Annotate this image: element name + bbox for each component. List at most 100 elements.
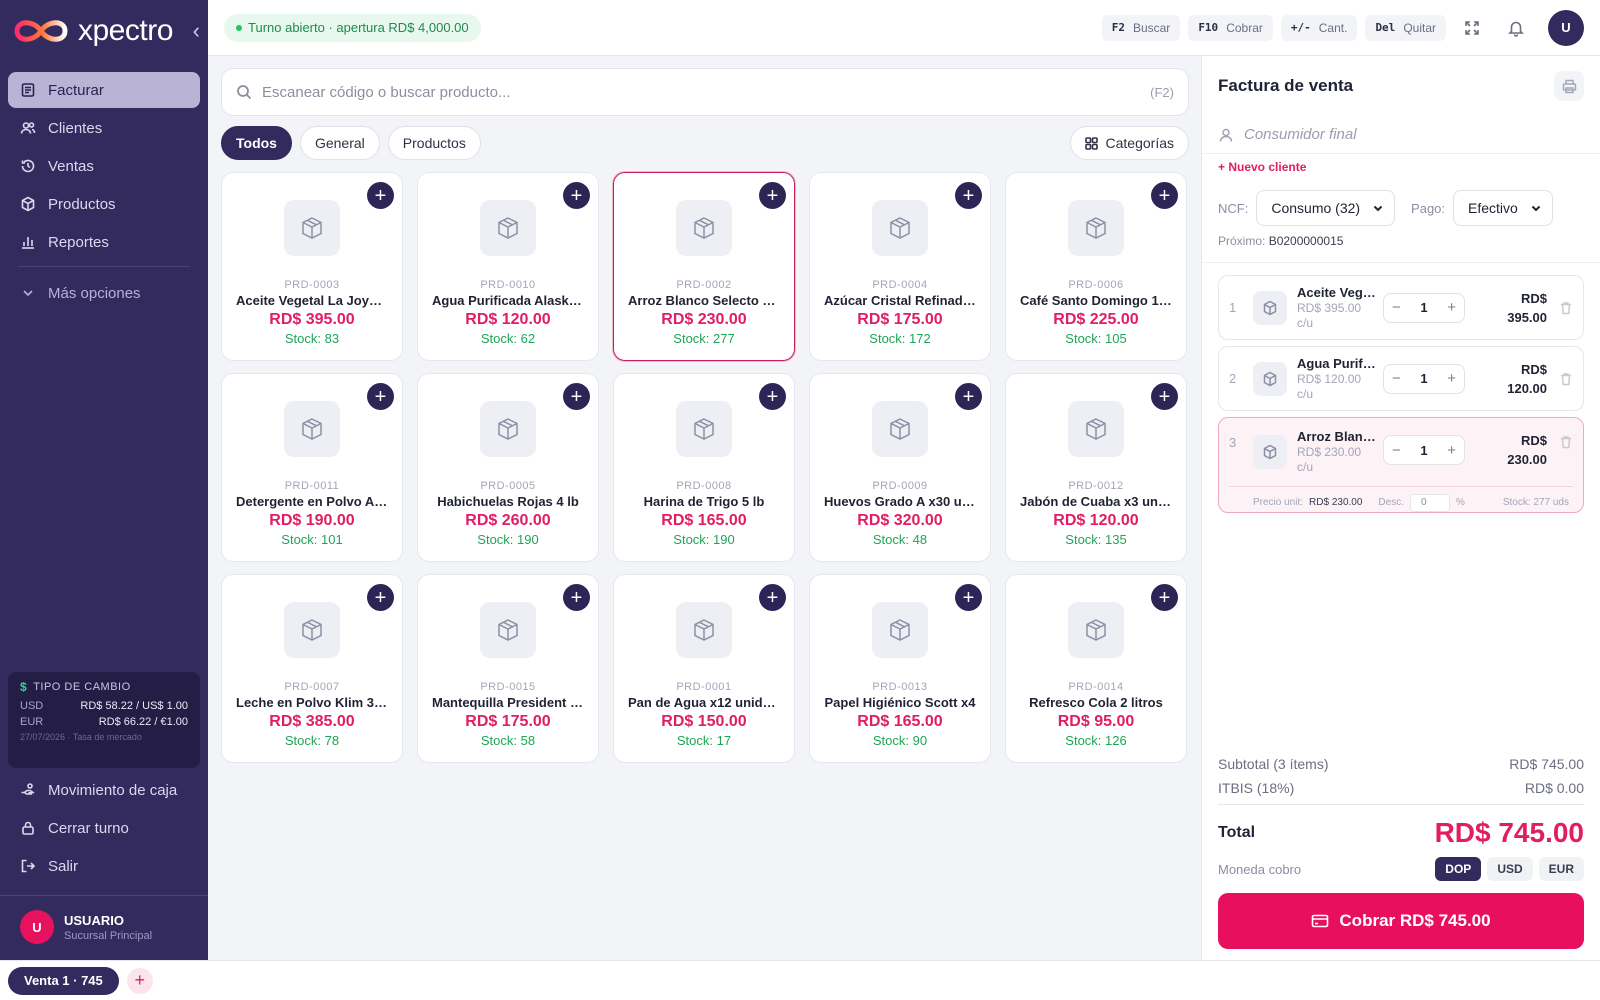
decrease-qty-button[interactable]: − [1392,370,1401,387]
fullscreen-button[interactable] [1454,10,1490,46]
increase-qty-button[interactable]: + [1447,370,1456,387]
add-to-cart-button[interactable]: + [367,584,394,611]
user-icon [1219,128,1233,142]
add-to-cart-button[interactable]: + [759,584,786,611]
invoice-line[interactable]: 3 Arroz Blanco Selecto 5 lbRD$ 230.00 c/u… [1218,417,1584,513]
decrease-qty-button[interactable]: − [1392,442,1401,459]
nav-item-reportes[interactable]: Reportes [8,224,200,260]
nav-item-ventas[interactable]: Ventas [8,148,200,184]
filter-chip-general[interactable]: General [299,126,380,160]
categories-button[interactable]: Categorías [1069,126,1189,160]
add-to-cart-button[interactable]: + [1151,584,1178,611]
nav-item-movimiento-caja[interactable]: Movimiento de caja [8,772,200,808]
increase-qty-button[interactable]: + [1447,442,1456,459]
product-card[interactable]: + PRD-0005 Habichuelas Rojas 4 lb RD$ 260.0… [417,373,599,562]
shortcut-buscar[interactable]: F2 Buscar [1101,14,1181,41]
product-thumbnail [480,401,536,457]
product-grid: + PRD-0003 Aceite Vegetal La Joya 1 L RD$ 3… [221,172,1189,763]
quantity-value[interactable]: 1 [1420,300,1427,315]
increase-qty-button[interactable]: + [1447,299,1456,316]
product-card[interactable]: + PRD-0008 Harina de Trigo 5 lb RD$ 165.00 S… [613,373,795,562]
shortcut-cantidad[interactable]: +/- Cant. [1280,14,1358,41]
trash-icon[interactable] [1559,372,1573,386]
charge-button[interactable]: Cobrar RD$ 745.00 [1218,893,1584,949]
product-thumbnail [676,401,732,457]
payment-select[interactable]: Efectivo [1453,190,1553,226]
invoice-line[interactable]: 1 Aceite Vegetal La Joya 1 LRD$ 395.00 c/… [1218,275,1584,340]
shortcut-cobrar[interactable]: F10 Cobrar [1188,14,1273,41]
line-thumbnail [1253,290,1287,325]
product-card[interactable]: + PRD-0002 Arroz Blanco Selecto 5 lb RD$ 23… [613,172,795,361]
trash-icon[interactable] [1559,301,1573,315]
product-card[interactable]: + PRD-0011 Detergente en Polvo Ace 2 kg RD$… [221,373,403,562]
nav-item-salir[interactable]: Salir [8,848,200,884]
client-placeholder: Consumidor final [1244,126,1357,143]
box-icon [890,418,910,440]
sale-tab-1[interactable]: Venta 1 · 745 [8,966,119,995]
filter-chip-productos[interactable]: Productos [387,126,481,160]
product-thumbnail [284,602,340,658]
add-to-cart-button[interactable]: + [367,383,394,410]
product-card[interactable]: + PRD-0010 Agua Purificada Alaska 5 gal RD$… [417,172,599,361]
add-to-cart-button[interactable]: + [563,182,590,209]
user-avatar-button[interactable]: U [1548,9,1584,46]
add-to-cart-button[interactable]: + [955,182,982,209]
product-card[interactable]: + PRD-0014 Refresco Cola 2 litros RD$ 95.00… [1005,574,1187,763]
top-actions: F2 Buscar F10 Cobrar +/- Cant. Del Quita… [1101,9,1584,46]
add-to-cart-button[interactable]: + [759,383,786,410]
client-selector[interactable]: Consumidor final [1202,116,1600,149]
user-profile[interactable]: U USUARIO Sucursal Principal [0,895,208,958]
product-card[interactable]: + PRD-0012 Jabón de Cuaba x3 unidades RD$ 1… [1005,373,1187,562]
quantity-value[interactable]: 1 [1420,371,1427,386]
add-sale-tab-button[interactable]: + [126,967,153,994]
product-card[interactable]: + PRD-0003 Aceite Vegetal La Joya 1 L RD$ 3… [221,172,403,361]
nav-item-label: Salir [48,857,79,875]
nav-item-clientes[interactable]: Clientes [8,110,200,146]
product-card[interactable]: + PRD-0004 Azúcar Cristal Refinada 5 lb RD$… [809,172,991,361]
decrease-qty-button[interactable]: − [1392,299,1401,316]
shortcut-quitar[interactable]: Del Quitar [1365,14,1446,41]
product-name: Agua Purificada Alaska 5 gal [432,293,584,308]
product-card[interactable]: + PRD-0009 Huevos Grado A x30 unidades RD$ … [809,373,991,562]
nav-item-cerrar-turno[interactable]: Cerrar turno [8,810,200,846]
add-to-cart-button[interactable]: + [1151,383,1178,410]
add-to-cart-button[interactable]: + [955,584,982,611]
ncf-select[interactable]: Consumo (32) [1256,190,1396,226]
product-price: RD$ 225.00 [1053,311,1139,328]
add-to-cart-button[interactable]: + [759,182,786,209]
add-to-cart-button[interactable]: + [1151,182,1178,209]
nav-item-productos[interactable]: Productos [8,186,200,222]
product-price: RD$ 175.00 [857,311,943,328]
product-card[interactable]: + PRD-0013 Papel Higiénico Scott x4 RD$ 165… [809,574,991,763]
trash-icon[interactable] [1559,435,1573,449]
line-product-name: Aceite Vegetal La Joya 1 L [1297,284,1377,300]
invoice-line[interactable]: 2 Agua Purificada Alaska 5 galRD$ 120.00 … [1218,346,1584,411]
collapse-sidebar-icon[interactable]: ‹ [193,20,200,42]
add-to-cart-button[interactable]: + [563,584,590,611]
filter-chip-todos[interactable]: Todos [221,126,292,160]
product-code: PRD-0001 [676,681,732,693]
currency-eur[interactable]: EUR [1538,857,1584,881]
line-total: RD$ 395.00 [1507,290,1547,325]
nav-more-options[interactable]: Más opciones [8,275,200,311]
notifications-button[interactable] [1498,10,1534,46]
product-name: Pan de Agua x12 unidades [628,695,780,710]
search-input[interactable] [262,83,1141,101]
currency-dop[interactable]: DOP [1435,857,1482,881]
box-icon [21,196,35,212]
product-card[interactable]: + PRD-0006 Café Santo Domingo 1 lb RD$ 225.… [1005,172,1187,361]
add-to-cart-button[interactable]: + [367,182,394,209]
add-to-cart-button[interactable]: + [563,383,590,410]
product-card[interactable]: + PRD-0001 Pan de Agua x12 unidades RD$ 150… [613,574,795,763]
product-card[interactable]: + PRD-0015 Mantequilla President 250 g RD$ … [417,574,599,763]
quantity-value[interactable]: 1 [1420,443,1427,458]
currency-usd[interactable]: USD [1487,857,1533,881]
product-card[interactable]: + PRD-0007 Leche en Polvo Klim 360 g RD$ 38… [221,574,403,763]
add-to-cart-button[interactable]: + [955,383,982,410]
nav-item-facturar[interactable]: Facturar [8,72,200,108]
discount-input[interactable]: 0 [1409,493,1450,512]
print-button[interactable] [1554,71,1584,101]
box-icon [694,217,714,239]
line-number: 3 [1229,435,1237,450]
new-client-link[interactable]: + Nuevo cliente [1202,153,1600,174]
